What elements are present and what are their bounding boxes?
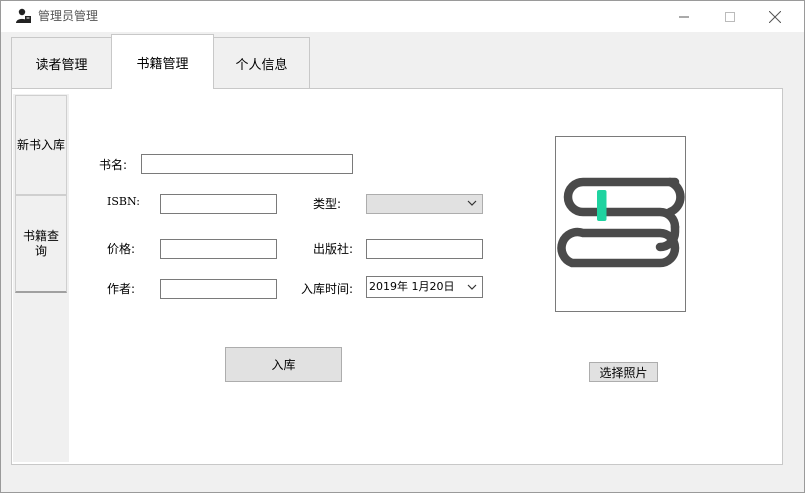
side-tab-label: 书籍查询 — [22, 228, 59, 258]
app-window: 管理员管理 读者管理 书籍管理 个人信息 新书入库 书籍查询 书名: ISBN:… — [0, 0, 805, 493]
price-input[interactable] — [160, 239, 277, 259]
user-admin-icon — [15, 8, 33, 24]
book-photo-frame — [555, 136, 686, 312]
maximize-icon — [725, 11, 735, 22]
side-tab-new-book[interactable]: 新书入库 — [15, 95, 67, 195]
title-bar: 管理员管理 — [1, 1, 804, 32]
tab-personal-info[interactable]: 个人信息 — [213, 37, 310, 89]
date-label: 入库时间: — [301, 282, 354, 296]
side-tab-book-query[interactable]: 书籍查询 — [15, 195, 67, 293]
tab-label: 读者管理 — [35, 58, 88, 73]
author-input[interactable] — [160, 279, 277, 299]
minimize-button[interactable] — [661, 1, 707, 32]
title-input[interactable] — [141, 154, 353, 174]
tab-reader-management[interactable]: 读者管理 — [11, 37, 112, 89]
publisher-label: 出版社: — [313, 242, 354, 256]
close-icon — [769, 10, 781, 23]
book-placeholder-icon — [557, 177, 685, 268]
tab-label: 书籍管理 — [136, 56, 189, 72]
chevron-down-icon — [467, 200, 477, 206]
side-tab-label: 新书入库 — [16, 137, 65, 152]
submit-book-button[interactable]: 入库 — [225, 347, 342, 382]
chevron-down-icon — [467, 284, 477, 290]
date-picker-value: 2019年 1月20日 — [369, 280, 455, 293]
maximize-button[interactable] — [707, 1, 753, 32]
submit-book-button-label: 入库 — [271, 358, 296, 372]
isbn-input[interactable] — [160, 194, 277, 214]
type-select[interactable] — [366, 194, 483, 214]
close-button[interactable] — [752, 1, 798, 32]
isbn-label: ISBN: — [107, 195, 140, 208]
title-label: 书名: — [99, 158, 128, 172]
publisher-input[interactable] — [366, 239, 483, 259]
choose-photo-button[interactable]: 选择照片 — [589, 362, 658, 382]
date-picker[interactable]: 2019年 1月20日 — [366, 276, 483, 298]
tab-label: 个人信息 — [235, 58, 288, 73]
window-title: 管理员管理 — [38, 9, 99, 23]
type-label: 类型: — [313, 197, 342, 211]
price-label: 价格: — [107, 242, 136, 256]
tab-book-management[interactable]: 书籍管理 — [111, 34, 214, 89]
minimize-icon — [679, 16, 689, 17]
choose-photo-button-label: 选择照片 — [599, 365, 648, 380]
author-label: 作者: — [107, 282, 136, 296]
